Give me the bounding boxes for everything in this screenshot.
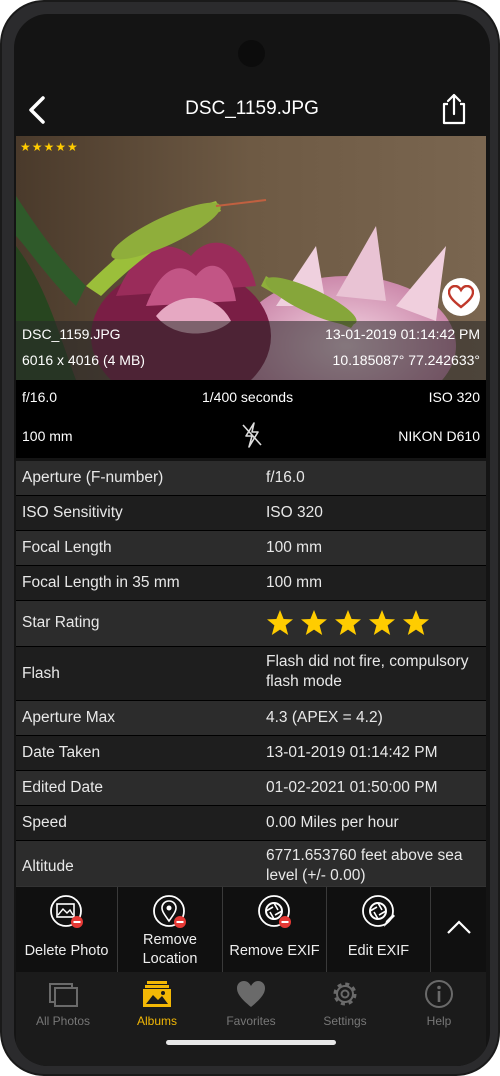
- photo-info-overlay: DSC_1159.JPG 13-01-2019 01:14:42 PM 6016…: [16, 321, 486, 380]
- flash-off-icon: [240, 422, 264, 453]
- back-icon[interactable]: [22, 94, 54, 126]
- table-row: ISO Sensitivity ISO 320: [16, 496, 486, 531]
- edit-exif-button[interactable]: Edit EXIF: [327, 887, 431, 973]
- exif-summary: f/16.0 1/400 seconds ISO 320 100 mm NIKO…: [16, 380, 486, 458]
- summary-focal: 100 mm: [22, 428, 73, 444]
- star-icon[interactable]: [334, 609, 362, 637]
- tab-label: Albums: [136, 1014, 177, 1028]
- all-photos-icon: [47, 978, 79, 1010]
- row-value: 0.00 Miles per hour: [266, 814, 399, 831]
- row-value: 6771.653760 feet above sea level (+/- 0.…: [266, 847, 463, 884]
- tab-label: Help: [426, 1014, 452, 1028]
- table-row: Focal Length 100 mm: [16, 531, 486, 566]
- delete-photo-label: Delete Photo: [24, 943, 109, 959]
- chevron-up-icon: [446, 919, 472, 940]
- row-value: 01-02-2021 01:50:00 PM: [266, 779, 438, 796]
- row-key: Date Taken: [22, 744, 101, 761]
- table-row: Flash Flash did not fire, compulsory fla…: [16, 647, 486, 701]
- delete-photo-icon: [50, 895, 84, 929]
- table-row: Altitude 6771.653760 feet above sea leve…: [16, 841, 486, 891]
- row-key: Aperture (F-number): [22, 469, 164, 486]
- tab-bar: All Photos Albums Favorites Settings Hel…: [16, 972, 486, 1066]
- summary-aperture: f/16.0: [22, 389, 58, 405]
- row-value: 100 mm: [266, 539, 322, 556]
- star-icon[interactable]: [300, 609, 328, 637]
- table-row: Star Rating: [16, 601, 486, 647]
- tab-all-photos[interactable]: All Photos: [16, 972, 110, 1052]
- remove-exif-label: Remove EXIF: [229, 943, 320, 959]
- screen: DSC_1159.JPG ★★★★★ DSC_1159.JPG 13-01-20…: [14, 14, 490, 1066]
- edit-exif-icon: [362, 895, 396, 929]
- photo-preview[interactable]: ★★★★★ DSC_1159.JPG 13-01-2019 01:14:42 P…: [16, 136, 486, 380]
- table-row: Aperture Max 4.3 (APEX = 4.2): [16, 701, 486, 736]
- remove-exif-button[interactable]: Remove EXIF: [223, 887, 327, 973]
- remove-location-button[interactable]: Remove Location: [118, 887, 223, 973]
- summary-camera: NIKON D610: [398, 428, 480, 444]
- star-rating[interactable]: [266, 609, 481, 643]
- edit-exif-label: Edit EXIF: [347, 943, 410, 959]
- tab-label: Settings: [323, 1014, 367, 1028]
- star-icon[interactable]: [402, 609, 430, 637]
- row-value: ISO 320: [266, 504, 323, 521]
- tab-label: Favorites: [226, 1014, 276, 1028]
- phone-frame: DSC_1159.JPG ★★★★★ DSC_1159.JPG 13-01-20…: [0, 0, 500, 1076]
- row-key: Altitude: [22, 858, 74, 875]
- table-row: Date Taken 13-01-2019 01:14:42 PM: [16, 736, 486, 771]
- tab-label: All Photos: [35, 1014, 91, 1028]
- row-value: f/16.0: [266, 469, 305, 486]
- row-key: Flash: [22, 665, 60, 682]
- favorites-heart-icon: [235, 978, 267, 1010]
- table-row: Aperture (F-number) f/16.0: [16, 461, 486, 496]
- action-bar: Delete Photo Remove Location Remove EXIF…: [16, 886, 486, 973]
- summary-shutter: 1/400 seconds: [202, 389, 294, 405]
- albums-icon: [141, 978, 173, 1010]
- header: DSC_1159.JPG: [14, 84, 490, 136]
- row-value: 13-01-2019 01:14:42 PM: [266, 744, 438, 761]
- star-icon[interactable]: [368, 609, 396, 637]
- row-key: Aperture Max: [22, 709, 116, 726]
- row-key: Focal Length in 35 mm: [22, 574, 180, 591]
- help-info-icon: [423, 978, 455, 1010]
- heart-icon: [448, 285, 474, 309]
- exif-table: Aperture (F-number) f/16.0 ISO Sensitivi…: [16, 461, 486, 891]
- row-value: 4.3 (APEX = 4.2): [266, 709, 383, 726]
- remove-location-label-line2: Location: [142, 951, 198, 967]
- remove-exif-icon: [258, 895, 292, 929]
- photo-filename: DSC_1159.JPG: [22, 326, 121, 342]
- photo-datetime: 13-01-2019 01:14:42 PM: [325, 326, 480, 342]
- row-value: 100 mm: [266, 574, 322, 591]
- expand-button[interactable]: [431, 887, 486, 973]
- row-value: Flash did not fire, compulsory flash mod…: [266, 653, 469, 690]
- page-title: DSC_1159.JPG: [185, 98, 319, 119]
- favorite-button[interactable]: [442, 278, 480, 316]
- tab-help[interactable]: Help: [392, 972, 486, 1052]
- delete-photo-button[interactable]: Delete Photo: [16, 887, 118, 973]
- row-key: Star Rating: [22, 614, 100, 631]
- row-key: Speed: [22, 814, 67, 831]
- photo-coordinates[interactable]: 10.185087° 77.242633°: [333, 352, 480, 368]
- summary-iso: ISO 320: [428, 389, 480, 405]
- row-key: ISO Sensitivity: [22, 504, 123, 521]
- table-row: Speed 0.00 Miles per hour: [16, 806, 486, 841]
- remove-location-label-line1: Remove: [143, 932, 197, 948]
- table-row: Focal Length in 35 mm 100 mm: [16, 566, 486, 601]
- star-icon[interactable]: [266, 609, 294, 637]
- remove-location-icon: [153, 895, 187, 929]
- row-key: Edited Date: [22, 779, 103, 796]
- home-indicator[interactable]: [166, 1040, 336, 1045]
- table-row: Edited Date 01-02-2021 01:50:00 PM: [16, 771, 486, 806]
- rating-stars-overlay: ★★★★★: [20, 140, 79, 154]
- photo-dimensions: 6016 x 4016 (4 MB): [22, 352, 145, 368]
- row-key: Focal Length: [22, 539, 112, 556]
- front-camera: [238, 40, 265, 67]
- gear-icon: [329, 978, 361, 1010]
- share-icon[interactable]: [438, 92, 470, 126]
